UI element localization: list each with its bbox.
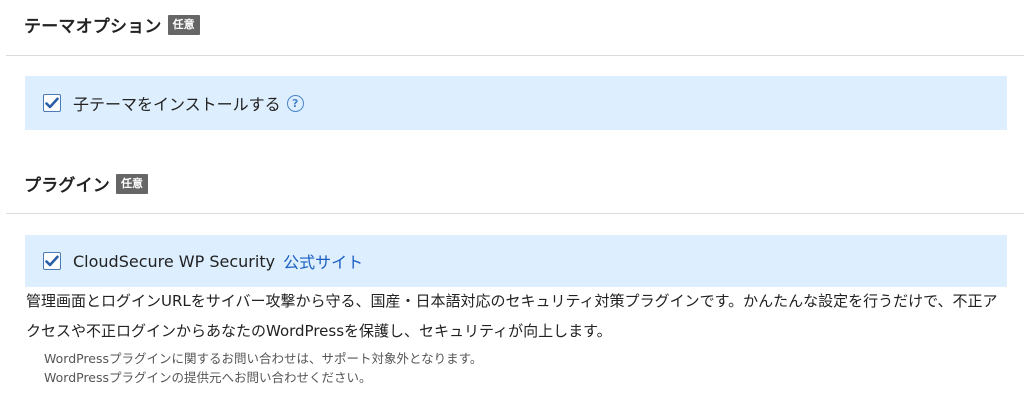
- child-theme-label[interactable]: 子テーマをインストールする: [73, 91, 281, 115]
- theme-options-title: テーマオプション: [24, 17, 162, 37]
- official-site-link[interactable]: 公式サイト: [283, 249, 363, 273]
- support-note: WordPressプラグインの提供元へお問い合わせください。: [44, 370, 372, 385]
- cloudsecure-plugin-option: CloudSecure WP Security 公式サイト: [25, 235, 1007, 287]
- plugin-description: 管理画面とログインURLをサイバー攻撃から守る、国産・日本語対応のセキュリティ対…: [26, 292, 998, 340]
- cloudsecure-checkbox[interactable]: [43, 252, 61, 270]
- checkmark-icon: [45, 255, 59, 267]
- checkmark-icon: [45, 97, 59, 109]
- question-circle-icon[interactable]: ?: [286, 94, 304, 112]
- section-divider: [6, 55, 1024, 56]
- theme-options-header: テーマオプション 任意: [24, 12, 200, 37]
- plugin-header: プラグイン 任意: [24, 171, 148, 196]
- cloudsecure-label[interactable]: CloudSecure WP Security: [73, 252, 275, 271]
- child-theme-option: 子テーマをインストールする ?: [25, 76, 1007, 130]
- install-options-panel: テーマオプション 任意 子テーマをインストールする ? プラグイン 任意 Clo…: [0, 0, 1024, 404]
- optional-badge: 任意: [116, 173, 148, 194]
- section-divider: [6, 213, 1024, 214]
- optional-badge: 任意: [167, 14, 200, 35]
- child-theme-checkbox[interactable]: [43, 94, 61, 112]
- support-notes: WordPressプラグインに関するお問い合わせは、サポート対象外となります。 …: [44, 349, 482, 387]
- plugin-title: プラグイン: [24, 176, 110, 196]
- support-note: WordPressプラグインに関するお問い合わせは、サポート対象外となります。: [44, 351, 483, 366]
